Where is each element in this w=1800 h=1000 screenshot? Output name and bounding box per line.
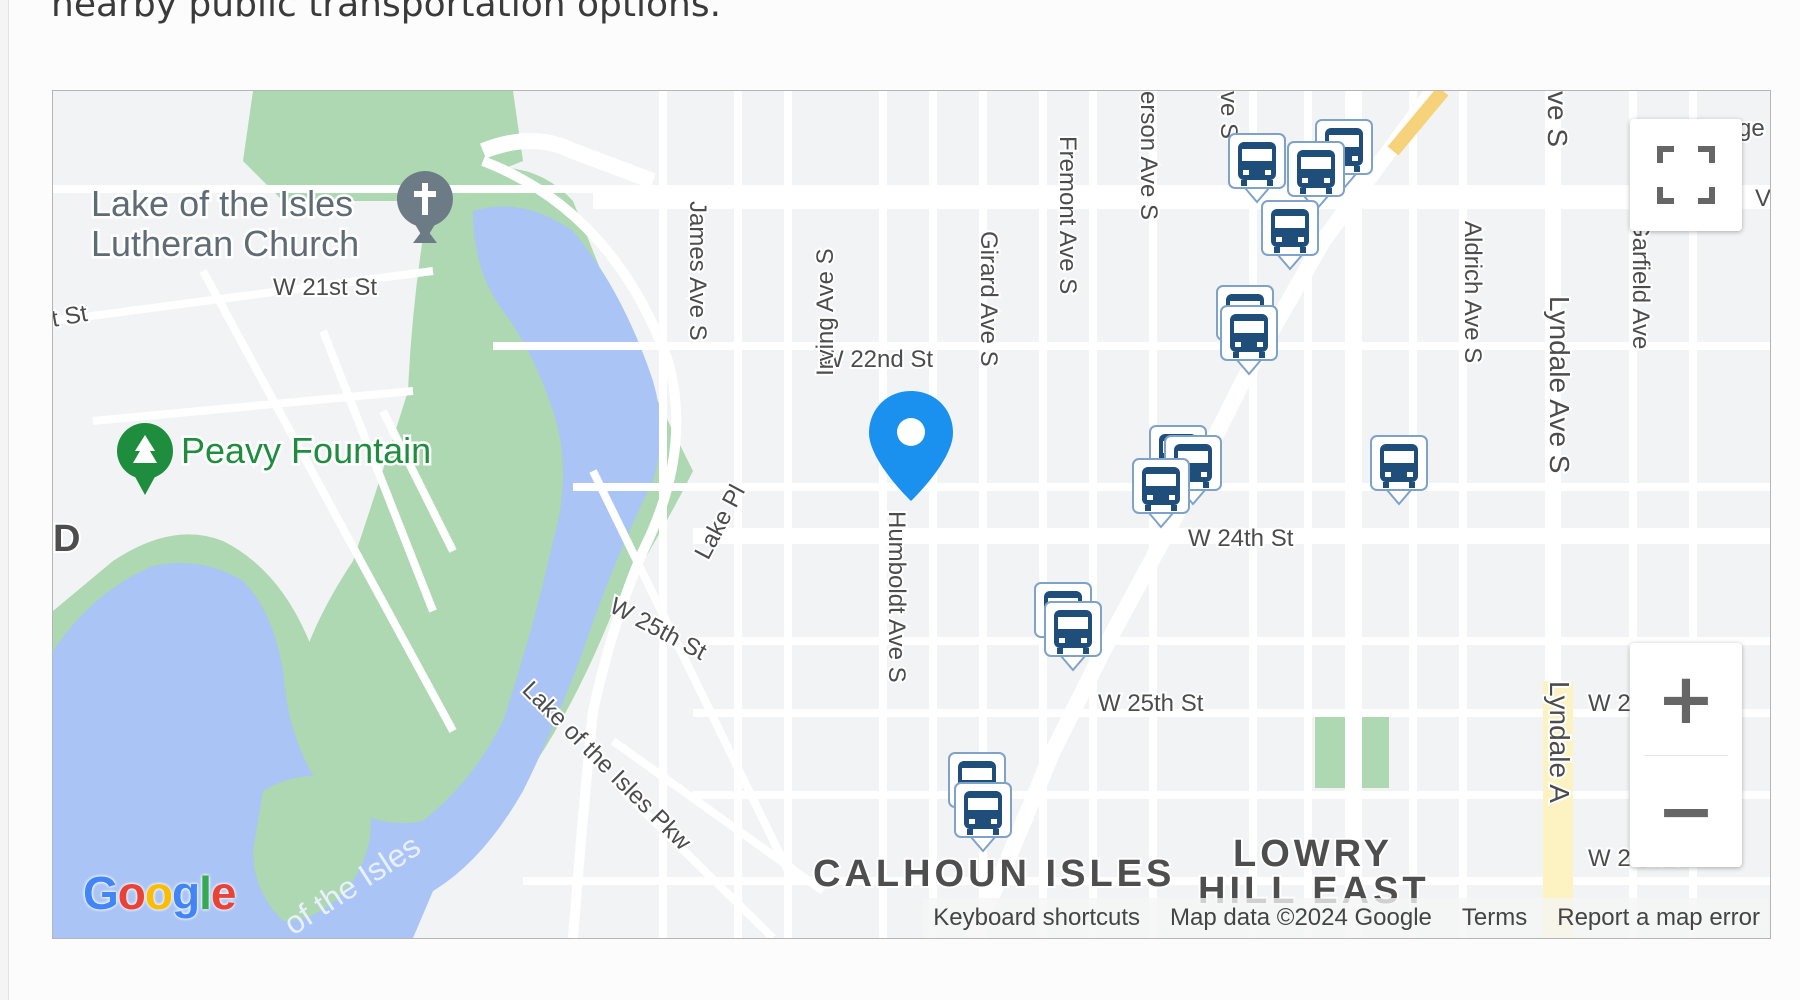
street-label-fremont: Fremont Ave S	[1054, 136, 1081, 294]
neighborhood-label-calhoun: CALHOUN ISLES	[813, 853, 1175, 895]
terms-link[interactable]: Terms	[1462, 904, 1527, 932]
street-label-lyndale: Lyndale Ave S	[1544, 296, 1575, 473]
street-label-girard: Girard Ave S	[975, 231, 1002, 367]
map-canvas[interactable]: Lake of the Isles Lutheran Church Peavy …	[53, 91, 1770, 938]
zoom-out-button[interactable]: −	[1630, 755, 1742, 867]
zoom-in-button[interactable]: +	[1630, 643, 1742, 755]
street-label-w21st: W 21st St	[273, 274, 377, 301]
fullscreen-button[interactable]	[1630, 119, 1742, 231]
google-logo: Google	[83, 867, 236, 919]
neighborhood-label-left-partial: D	[53, 518, 84, 560]
attribution-bar: Keyboard shortcuts Map data ©2024 Google…	[923, 898, 1770, 938]
intro-text: nearby public transportation options.	[51, 0, 722, 25]
map-data-text: Map data ©2024 Google	[1170, 904, 1432, 931]
report-map-error-link[interactable]: Report a map error	[1557, 904, 1760, 932]
keyboard-shortcuts-link[interactable]: Keyboard shortcuts	[933, 904, 1140, 932]
neighborhood-label-lowry-1: LOWRY	[1233, 833, 1393, 875]
street-label-top-right-partial: ge	[1738, 115, 1765, 142]
page-card: nearby public transportation options. La…	[8, 0, 1800, 1000]
street-label-irving: Irving Ave S	[812, 248, 839, 376]
street-label-w24th: W 24th St	[1188, 525, 1294, 552]
street-label-w25th: W 25th St	[1098, 690, 1204, 717]
church-label-line2: Lutheran Church	[91, 223, 359, 264]
street-label-right-edge-partial: V	[1755, 185, 1770, 212]
map[interactable]: Lake of the Isles Lutheran Church Peavy …	[52, 90, 1771, 939]
fullscreen-icon	[1657, 146, 1715, 204]
street-label-lyndale-top: ve S	[1542, 91, 1573, 147]
street-label-aldrich: Aldrich Ave S	[1459, 221, 1486, 363]
zoom-controls: + −	[1630, 643, 1742, 867]
fountain-label: Peavy Fountain	[181, 430, 431, 471]
street-label-w-partial: W 2	[1588, 690, 1631, 717]
street-label-dupont: ve S	[1215, 91, 1242, 139]
street-label-james: James Ave S	[684, 201, 711, 341]
church-label-line1: Lake of the Isles	[91, 183, 353, 224]
street-label-humboldt: Humboldt Ave S	[883, 511, 910, 683]
street-label-emerson: erson Ave S	[1135, 91, 1162, 220]
street-label-garfield: Garfield Ave	[1627, 219, 1654, 349]
street-label-lyndale-lower: Lyndale A	[1544, 681, 1575, 803]
